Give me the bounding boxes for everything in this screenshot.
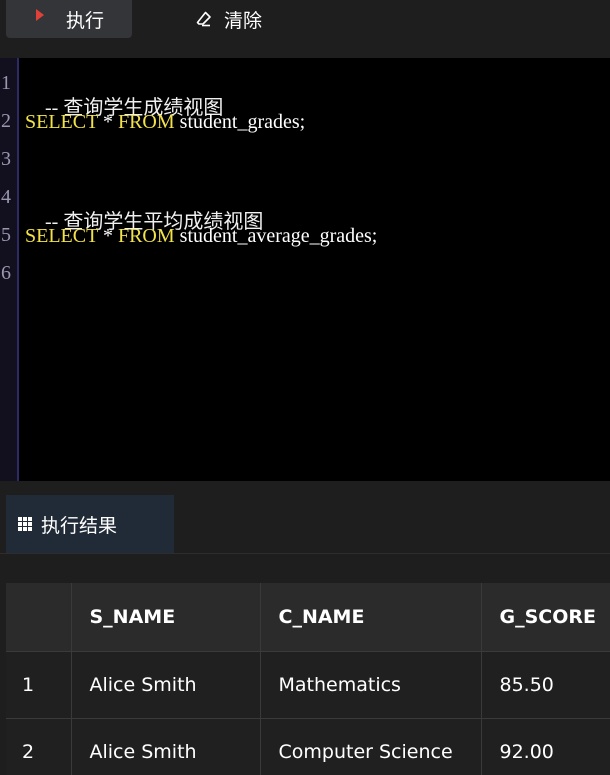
cell-c-name: Computer Science	[260, 718, 482, 775]
table-row[interactable]: 1 Alice Smith Mathematics 85.50	[6, 651, 610, 719]
column-header-g-score[interactable]: G_SCORE	[481, 583, 610, 652]
sql-keyword: SELECT	[25, 225, 98, 247]
code-line-5: SELECT * FROM student_average_grades;	[25, 223, 377, 249]
tab-results-label: 执行结果	[41, 514, 118, 537]
results-table: S_NAME C_NAME G_SCORE 1 Alice Smith Math…	[6, 583, 610, 775]
line-number: 2	[1, 110, 11, 132]
code-line-2: SELECT * FROM student_grades;	[25, 109, 305, 135]
line-number-gutter: 1 2 3 4 5 6	[0, 58, 19, 481]
sql-text: student_grades;	[174, 111, 306, 133]
column-header-c-name[interactable]: C_NAME	[260, 583, 482, 652]
eraser-icon	[196, 11, 212, 27]
column-header-s-name[interactable]: S_NAME	[71, 583, 261, 652]
line-number: 5	[1, 224, 11, 246]
sql-text: *	[97, 225, 118, 247]
cell-c-name: Mathematics	[260, 651, 482, 719]
row-index: 1	[6, 651, 72, 719]
table-header-row: S_NAME C_NAME G_SCORE	[6, 583, 610, 652]
sql-text: *	[97, 111, 118, 133]
code-line-1: -- 查询学生成绩视图	[25, 69, 223, 119]
cell-s-name: Alice Smith	[71, 651, 261, 719]
line-number: 1	[1, 72, 11, 94]
cell-g-score: 92.00	[481, 718, 610, 775]
toolbar: 执行 清除	[0, 0, 610, 48]
sql-keyword: FROM	[117, 225, 175, 247]
line-number: 3	[1, 148, 11, 170]
column-header-index	[6, 583, 72, 652]
cell-s-name: Alice Smith	[71, 718, 261, 775]
run-button[interactable]: 执行	[6, 0, 132, 38]
sql-text: student_average_grades;	[174, 225, 378, 247]
sql-keyword: FROM	[117, 111, 175, 133]
line-number: 4	[1, 186, 11, 208]
divider	[0, 553, 610, 554]
row-index: 2	[6, 718, 72, 775]
sql-keyword: SELECT	[25, 111, 98, 133]
code-line-4: -- 查询学生平均成绩视图	[25, 183, 263, 233]
clear-button[interactable]: 清除	[186, 0, 262, 38]
results-table-container[interactable]: S_NAME C_NAME G_SCORE 1 Alice Smith Math…	[6, 583, 610, 775]
cell-g-score: 85.50	[481, 651, 610, 719]
line-number: 6	[1, 262, 11, 284]
grid-icon	[18, 517, 32, 531]
sql-editor[interactable]: 1 2 3 4 5 6 -- 查询学生成绩视图 SELECT * FROM st…	[0, 58, 610, 481]
play-icon	[36, 9, 44, 21]
run-button-label: 执行	[66, 9, 105, 32]
clear-button-label: 清除	[224, 9, 263, 32]
table-row[interactable]: 2 Alice Smith Computer Science 92.00	[6, 718, 610, 775]
tab-results[interactable]: 执行结果	[6, 495, 174, 553]
